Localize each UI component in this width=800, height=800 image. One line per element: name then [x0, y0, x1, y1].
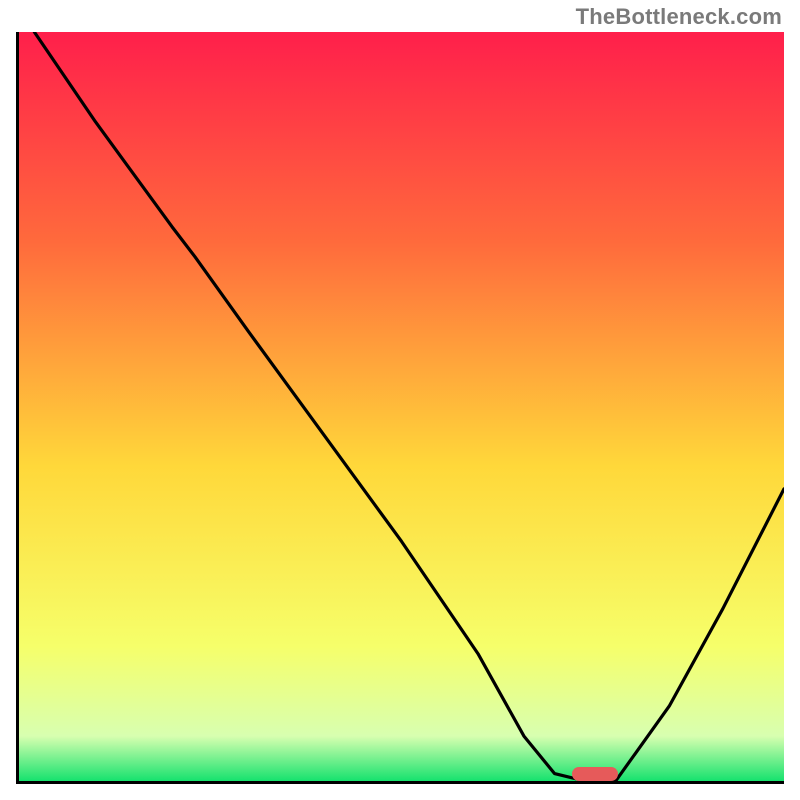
bottleneck-curve	[19, 32, 784, 781]
plot-area	[16, 32, 784, 784]
optimal-marker	[572, 767, 618, 781]
watermark-text: TheBottleneck.com	[576, 4, 782, 30]
chart: TheBottleneck.com	[0, 0, 800, 800]
gradient-background	[19, 32, 784, 781]
